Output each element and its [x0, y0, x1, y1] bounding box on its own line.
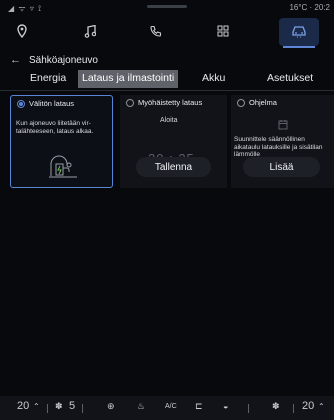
signal-icons: ◢ ᯤ ▿ ⟟ [8, 4, 43, 13]
notification-handle[interactable] [147, 5, 187, 8]
instant-charging-radio[interactable] [17, 100, 25, 108]
right-temp-chevron-icon[interactable]: ⌃ [318, 402, 325, 411]
car-icon[interactable] [288, 20, 310, 42]
front-defrost-icon[interactable]: ◒ [223, 401, 228, 411]
instant-charging-card[interactable]: Välitön lataus Kun ajoneuvo liitetään vi… [10, 95, 113, 188]
tab-energia[interactable]: Energia [30, 72, 66, 84]
page-title: Sähköajoneuvo [29, 54, 98, 66]
apps-icon[interactable] [212, 20, 234, 42]
delayed-charging-radio[interactable] [126, 99, 134, 107]
separator [47, 404, 48, 413]
right-temp[interactable]: 20 [302, 400, 314, 412]
phone-icon[interactable] [145, 20, 167, 42]
passenger-fan-icon[interactable]: ✽ [272, 401, 280, 412]
delayed-charging-label: Myöhäistetty lataus [138, 98, 203, 107]
temperature: 16°C [289, 3, 308, 12]
seat-heating-icon[interactable]: ♨ [137, 401, 145, 412]
separator [248, 404, 249, 413]
ac-button[interactable]: A/C [165, 403, 177, 410]
program-radio[interactable] [237, 99, 245, 107]
fan-icon[interactable]: ✽ [55, 401, 63, 412]
program-desc: Suunnittele säännöllinen aikataulu latau… [234, 136, 323, 158]
climate-bar: 20 ⌃ ✽ 5 ⊕ ♨ A/C ⊏ ◒ ✽ 20 ⌃ [0, 396, 334, 420]
status-right: 16°C · 20:2 [289, 3, 330, 12]
back-arrow-icon[interactable]: ← [10, 54, 21, 66]
status-bar: ◢ ᯤ ▿ ⟟ 16°C · 20:2 [0, 0, 334, 14]
fan-speed[interactable]: 5 [69, 400, 75, 412]
tab-lataus-ja-ilmastointi[interactable]: Lataus ja ilmastointi [78, 70, 179, 88]
calendar-icon [278, 120, 288, 130]
charging-station-icon [49, 155, 77, 178]
program-label: Ohjelma [249, 98, 277, 107]
selected-indicator [283, 46, 315, 48]
airflow-icon[interactable]: ⊕ [107, 401, 115, 412]
start-label: Aloita [160, 117, 178, 124]
delayed-charging-card[interactable]: Myöhäistetty lataus Aloita 20 : 25 Talle… [120, 95, 227, 188]
tab-akku[interactable]: Akku [202, 72, 225, 84]
instant-charging-desc: Kun ajoneuvo liitetään vir-talähteeseen,… [16, 120, 94, 135]
tab-divider [0, 90, 334, 91]
instant-charging-label: Välitön lataus [29, 99, 75, 108]
left-temp[interactable]: 20 [17, 400, 29, 412]
save-button[interactable]: Tallenna [136, 157, 211, 177]
add-button[interactable]: Lisää [243, 157, 320, 177]
tab-bar: Energia Lataus ja ilmastointi Akku Asetu… [0, 70, 334, 90]
music-icon[interactable] [79, 20, 101, 42]
clock: 20:2 [314, 3, 330, 12]
top-navigation [0, 16, 334, 48]
separator [293, 404, 294, 413]
navigation-icon[interactable] [11, 20, 33, 42]
separator [82, 404, 83, 413]
tab-asetukset[interactable]: Asetukset [267, 72, 313, 84]
rear-defrost-icon[interactable]: ⊏ [195, 401, 203, 412]
program-card[interactable]: Ohjelma Suunnittele säännöllinen aikatau… [231, 95, 334, 188]
left-temp-chevron-icon[interactable]: ⌃ [33, 402, 40, 411]
page-header: ← Sähköajoneuvo [10, 53, 98, 67]
